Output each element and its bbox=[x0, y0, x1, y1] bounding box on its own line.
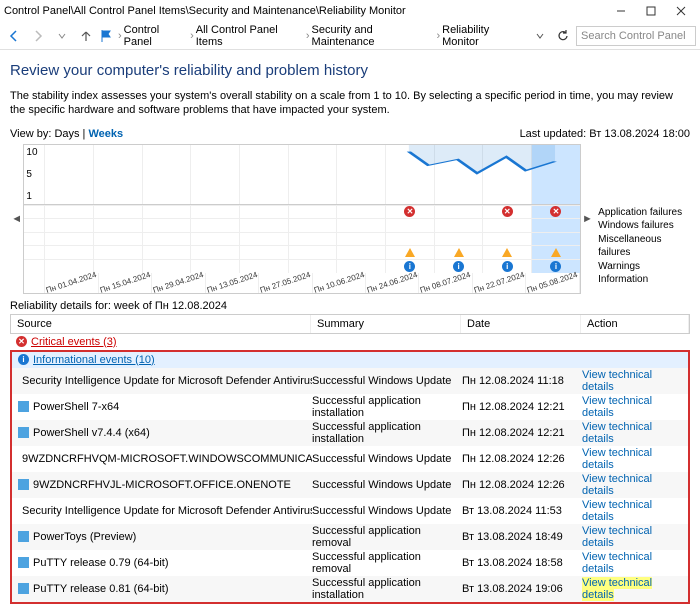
app-icon bbox=[18, 583, 29, 594]
table-header: Source Summary Date Action bbox=[10, 314, 690, 334]
event-row[interactable]: Security Intelligence Update for Microso… bbox=[12, 368, 688, 394]
event-row[interactable]: PowerShell v7.4.4 (x64)Successful applic… bbox=[12, 420, 688, 446]
chart-column[interactable] bbox=[190, 145, 239, 204]
view-details-link[interactable]: View technical details bbox=[582, 525, 652, 549]
view-days-link[interactable]: Days bbox=[54, 128, 79, 140]
forward-button[interactable] bbox=[28, 26, 48, 46]
view-by-toggle: View by: Days | Weeks bbox=[10, 128, 123, 140]
app-icon bbox=[18, 401, 29, 412]
chart-column[interactable] bbox=[434, 145, 483, 204]
warning-icon bbox=[551, 248, 561, 257]
details-title: Reliability details for: week of Пн 12.0… bbox=[10, 300, 690, 312]
info-icon: i bbox=[18, 354, 29, 365]
view-details-link[interactable]: View technical details bbox=[582, 395, 652, 419]
group-informational[interactable]: i Informational events (10) bbox=[12, 352, 688, 368]
error-icon: ✕ bbox=[502, 206, 513, 217]
last-updated: Last updated: Вт 13.08.2024 18:00 bbox=[520, 128, 690, 140]
view-weeks-link[interactable]: Weeks bbox=[88, 128, 123, 140]
view-details-link[interactable]: View technical details bbox=[582, 551, 652, 575]
error-icon: ✕ bbox=[550, 206, 561, 217]
close-button[interactable] bbox=[666, 1, 696, 21]
minimize-button[interactable] bbox=[606, 1, 636, 21]
chart-scroll-left[interactable]: ◄ bbox=[10, 144, 23, 294]
error-icon: ✕ bbox=[404, 206, 415, 217]
event-row[interactable]: 9WZDNCRFHVQM-MICROSOFT.WINDOWSCOMMUNICAT… bbox=[12, 446, 688, 472]
chart-column[interactable] bbox=[93, 145, 142, 204]
chart-column[interactable] bbox=[288, 145, 337, 204]
event-row[interactable]: PowerToys (Preview)Successful applicatio… bbox=[12, 524, 688, 550]
chart-column[interactable] bbox=[142, 145, 191, 204]
view-details-link[interactable]: View technical details bbox=[582, 421, 652, 445]
info-icon: i bbox=[502, 261, 513, 272]
refresh-icon[interactable] bbox=[556, 29, 570, 43]
event-row[interactable]: PowerShell 7-x64Successful application i… bbox=[12, 394, 688, 420]
chart-column[interactable] bbox=[44, 145, 93, 204]
back-button[interactable] bbox=[4, 26, 24, 46]
view-details-link[interactable]: View technical details bbox=[582, 499, 652, 523]
col-summary[interactable]: Summary bbox=[311, 315, 461, 333]
col-date[interactable]: Date bbox=[461, 315, 581, 333]
view-details-link[interactable]: View technical details bbox=[582, 447, 652, 471]
search-input[interactable]: Search Control Panel bbox=[576, 26, 696, 46]
breadcrumb[interactable]: ›Control Panel ›All Control Panel Items … bbox=[118, 24, 526, 48]
chart-column[interactable] bbox=[336, 145, 385, 204]
navbar: ›Control Panel ›All Control Panel Items … bbox=[0, 22, 700, 50]
breadcrumb-dropdown[interactable] bbox=[530, 26, 550, 46]
chart-column[interactable] bbox=[385, 145, 434, 204]
page-title: Review your computer's reliability and p… bbox=[10, 62, 690, 79]
warning-icon bbox=[454, 248, 464, 257]
event-row[interactable]: 9WZDNCRFHVJL-MICROSOFT.OFFICE.ONENOTESuc… bbox=[12, 472, 688, 498]
chart-column[interactable] bbox=[239, 145, 288, 204]
warning-icon bbox=[405, 248, 415, 257]
event-row[interactable]: PuTTY release 0.79 (64-bit)Successful ap… bbox=[12, 550, 688, 576]
view-details-link[interactable]: View technical details bbox=[582, 473, 652, 497]
page-description: The stability index assesses your system… bbox=[10, 89, 690, 118]
up-button[interactable] bbox=[76, 26, 96, 46]
flag-icon bbox=[100, 29, 114, 43]
app-icon bbox=[18, 557, 29, 568]
titlebar: Control Panel\All Control Panel Items\Se… bbox=[0, 0, 700, 22]
event-row[interactable]: Security Intelligence Update for Microso… bbox=[12, 498, 688, 524]
app-icon bbox=[18, 479, 29, 490]
event-row[interactable]: PuTTY release 0.81 (64-bit)Successful ap… bbox=[12, 576, 688, 602]
error-icon: ✕ bbox=[16, 336, 27, 347]
app-icon bbox=[18, 531, 29, 542]
reliability-chart[interactable]: 10 5 1 ✕✕✕iiii Пн 01.04.2024Пн 15.04.202… bbox=[23, 144, 580, 294]
chart-scroll-right[interactable]: ► bbox=[581, 144, 594, 294]
window-title: Control Panel\All Control Panel Items\Se… bbox=[4, 5, 606, 17]
chart-column[interactable] bbox=[482, 145, 531, 204]
app-icon bbox=[18, 427, 29, 438]
chart-legend: Application failuresWindows failuresMisc… bbox=[594, 144, 690, 294]
view-details-link[interactable]: View technical details bbox=[582, 577, 652, 601]
group-critical[interactable]: ✕ Critical events (3) bbox=[10, 334, 690, 350]
chart-column[interactable] bbox=[531, 145, 580, 204]
view-details-link[interactable]: View technical details bbox=[582, 369, 652, 393]
highlight-box: i Informational events (10) Security Int… bbox=[10, 350, 690, 604]
maximize-button[interactable] bbox=[636, 1, 666, 21]
col-source[interactable]: Source bbox=[11, 315, 311, 333]
y-axis: 10 5 1 bbox=[24, 145, 44, 204]
info-icon: i bbox=[550, 261, 561, 272]
recent-dropdown[interactable] bbox=[52, 26, 72, 46]
warning-icon bbox=[502, 248, 512, 257]
col-action[interactable]: Action bbox=[581, 315, 689, 333]
info-icon: i bbox=[453, 261, 464, 272]
